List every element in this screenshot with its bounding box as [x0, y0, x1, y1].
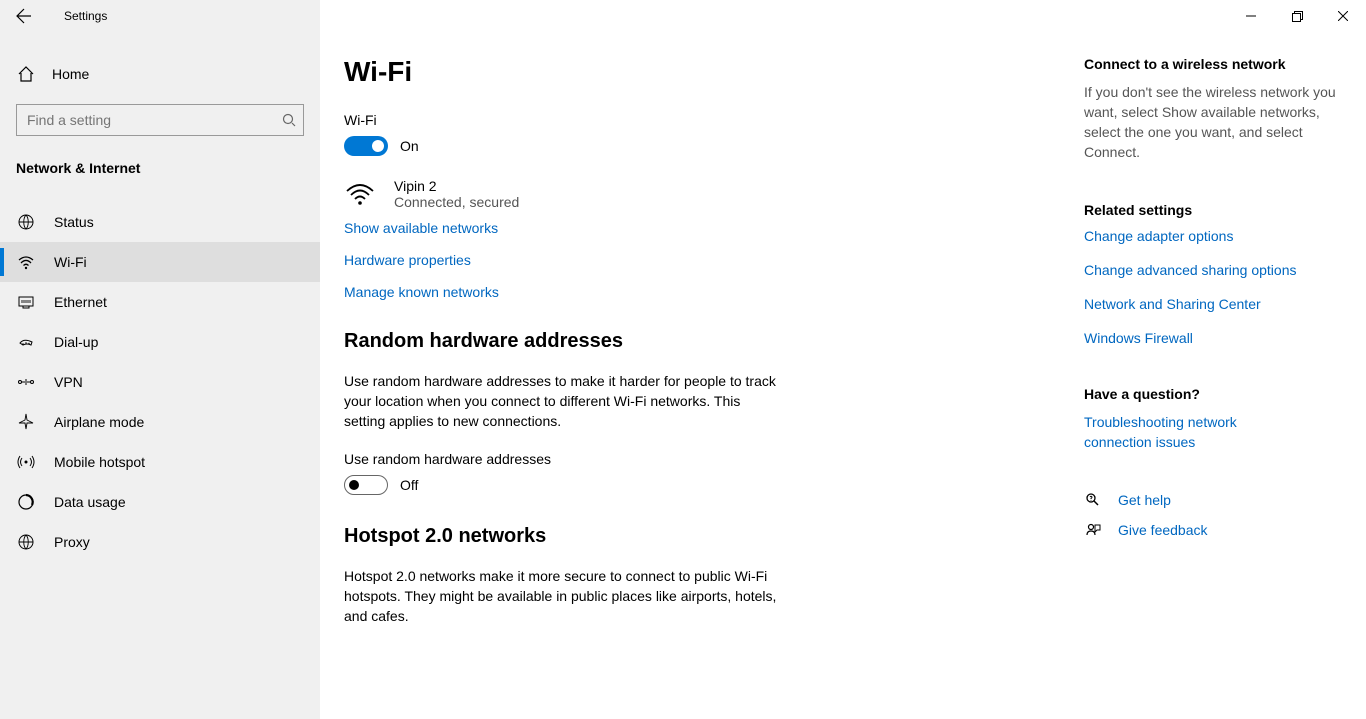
random-hw-toggle-state: Off [400, 477, 418, 493]
network-status: Connected, secured [394, 194, 519, 210]
search-box[interactable] [16, 104, 304, 136]
maximize-icon [1292, 11, 1303, 22]
close-icon [1338, 11, 1348, 21]
sidebar-item-dialup[interactable]: Dial-up [0, 322, 320, 362]
network-sharing-center-link[interactable]: Network and Sharing Center [1084, 296, 1261, 312]
hotspot-heading: Hotspot 2.0 networks [344, 525, 1064, 548]
wifi-signal-icon [344, 182, 376, 206]
question-heading: Have a question? [1084, 386, 1340, 402]
random-hw-toggle[interactable] [344, 475, 388, 495]
search-input[interactable] [16, 104, 304, 136]
troubleshooting-link[interactable]: Troubleshooting network connection issue… [1084, 412, 1304, 452]
connect-heading: Connect to a wireless network [1084, 56, 1340, 72]
sidebar-item-ethernet[interactable]: Ethernet [0, 282, 320, 322]
vpn-icon [16, 372, 36, 392]
airplane-icon [16, 412, 36, 432]
home-nav[interactable]: Home [0, 54, 320, 94]
sidebar-item-proxy[interactable]: Proxy [0, 522, 320, 562]
sidebar-item-status[interactable]: Status [0, 202, 320, 242]
wifi-section-label: Wi-Fi [344, 112, 1064, 128]
change-sharing-link[interactable]: Change advanced sharing options [1084, 262, 1297, 278]
sidebar-item-wifi[interactable]: Wi-Fi [0, 242, 320, 282]
home-icon [16, 64, 36, 84]
back-button[interactable] [0, 0, 48, 32]
sidebar-item-label: Data usage [54, 494, 126, 510]
minimize-icon [1246, 11, 1256, 21]
sidebar-item-label: Wi-Fi [54, 254, 87, 270]
arrow-left-icon [16, 8, 32, 24]
sidebar: Home Network & Internet Status Wi-Fi E [0, 32, 320, 719]
sidebar-item-vpn[interactable]: VPN [0, 362, 320, 402]
windows-firewall-link[interactable]: Windows Firewall [1084, 330, 1193, 346]
hotspot-icon [16, 452, 36, 472]
show-available-networks-link[interactable]: Show available networks [344, 220, 498, 236]
sidebar-item-label: Proxy [54, 534, 90, 550]
sidebar-item-datausage[interactable]: Data usage [0, 482, 320, 522]
maximize-button[interactable] [1274, 0, 1320, 32]
category-label: Network & Internet [0, 150, 320, 188]
wifi-icon [16, 252, 36, 272]
random-hw-toggle-label: Use random hardware addresses [344, 451, 1064, 467]
get-help-link[interactable]: Get help [1118, 492, 1171, 508]
help-icon [1084, 492, 1102, 508]
window-controls [1228, 0, 1366, 32]
change-adapter-link[interactable]: Change adapter options [1084, 228, 1233, 244]
sidebar-item-label: Mobile hotspot [54, 454, 145, 470]
sidebar-item-airplane[interactable]: Airplane mode [0, 402, 320, 442]
network-name: Vipin 2 [394, 178, 519, 194]
current-network[interactable]: Vipin 2 Connected, secured [344, 174, 1064, 220]
dialup-icon [16, 332, 36, 352]
sidebar-item-label: Ethernet [54, 294, 107, 310]
page-title: Wi-Fi [344, 56, 1064, 88]
sidebar-item-label: VPN [54, 374, 83, 390]
give-feedback-link[interactable]: Give feedback [1118, 522, 1208, 538]
related-heading: Related settings [1084, 202, 1340, 218]
sidebar-item-hotspot[interactable]: Mobile hotspot [0, 442, 320, 482]
proxy-icon [16, 532, 36, 552]
close-button[interactable] [1320, 0, 1366, 32]
hardware-properties-link[interactable]: Hardware properties [344, 252, 471, 268]
hotspot-description: Hotspot 2.0 networks make it more secure… [344, 566, 784, 626]
manage-known-networks-link[interactable]: Manage known networks [344, 284, 499, 300]
feedback-icon [1084, 522, 1102, 538]
home-label: Home [52, 66, 89, 82]
wifi-toggle[interactable] [344, 136, 388, 156]
sidebar-item-label: Airplane mode [54, 414, 144, 430]
sidebar-item-label: Status [54, 214, 94, 230]
sidebar-item-label: Dial-up [54, 334, 98, 350]
ethernet-icon [16, 292, 36, 312]
status-icon [16, 212, 36, 232]
random-hw-description: Use random hardware addresses to make it… [344, 371, 784, 431]
data-usage-icon [16, 492, 36, 512]
window-title: Settings [64, 9, 107, 23]
random-hw-heading: Random hardware addresses [344, 330, 1064, 353]
minimize-button[interactable] [1228, 0, 1274, 32]
connect-text: If you don't see the wireless network yo… [1084, 82, 1340, 162]
titlebar: Settings [0, 0, 1366, 32]
wifi-toggle-state: On [400, 138, 419, 154]
